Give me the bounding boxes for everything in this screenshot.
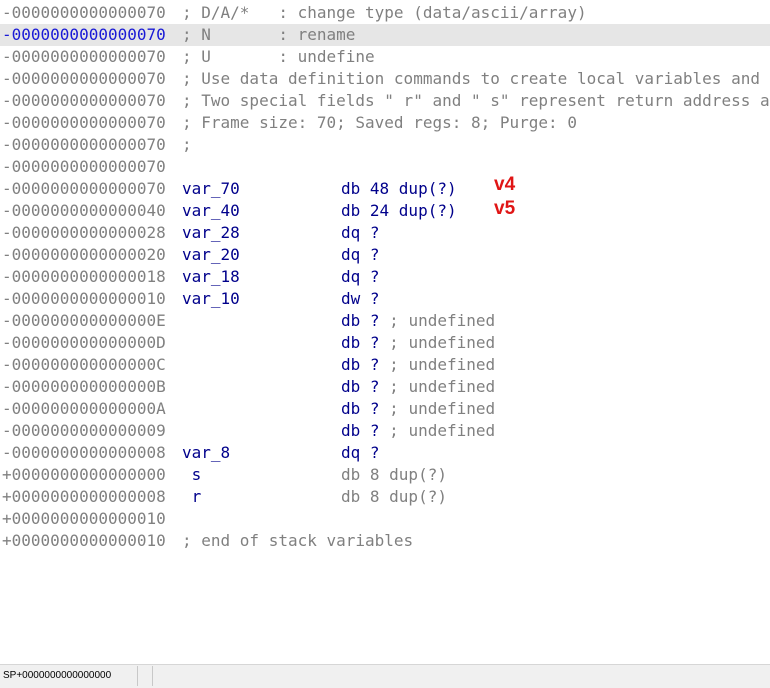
stack-variable-row[interactable]: -0000000000000010 var_10 dw ? [0,288,770,310]
annotation-v4: v4 [494,174,516,195]
variable-name[interactable]: var_8 [182,442,230,464]
line-address: -000000000000000C [2,355,166,374]
line-comment: ; D/A/* : change type (data/ascii/array) [182,3,587,22]
stack-variable-row[interactable]: -0000000000000028 var_28 dq ? [0,222,770,244]
listing-line[interactable]: +0000000000000010 [0,508,770,530]
line-address: -0000000000000020 [2,245,166,264]
listing-line[interactable]: +0000000000000010 ; end of stack variabl… [0,530,770,552]
undefined-byte-row[interactable]: -000000000000000C db ? ; undefined [0,354,770,376]
variable-definition: db ? ; undefined [341,421,496,440]
undefined-byte-row[interactable]: -000000000000000E db ? ; undefined [0,310,770,332]
listing-line[interactable]: -0000000000000070 ; U : undefine [0,46,770,68]
line-address: +0000000000000008 [2,487,166,506]
saved-registers-row[interactable]: +0000000000000000 s db 8 dup(?) [0,464,770,486]
listing-line[interactable]: -0000000000000070 ; Use data definition … [0,68,770,90]
line-address: -0000000000000070 [2,91,166,110]
undefined-comment: ; undefined [389,333,496,352]
line-address: -0000000000000070 [2,69,166,88]
line-address: -0000000000000028 [2,223,166,242]
variable-definition: db ? ; undefined [341,311,496,330]
stack-variable-row[interactable]: -0000000000000018 var_18 dq ? [0,266,770,288]
variable-definition: db ? ; undefined [341,355,496,374]
listing-line[interactable]: -0000000000000070 ; D/A/* : change type … [0,2,770,24]
undefined-byte-row[interactable]: -000000000000000D db ? ; undefined [0,332,770,354]
line-address: -0000000000000070 [2,157,166,176]
stack-variable-row[interactable]: -0000000000000008 var_8 dq ? [0,442,770,464]
line-address: -0000000000000018 [2,267,166,286]
stack-frame-view[interactable]: -0000000000000070 ; D/A/* : change type … [0,0,770,664]
line-comment: ; U : undefine [182,47,375,66]
line-address: +0000000000000010 [2,509,166,528]
stack-variable-row[interactable]: -0000000000000070 var_70 db 48 dup(?) [0,178,770,200]
undefined-byte-row[interactable]: -0000000000000009 db ? ; undefined [0,420,770,442]
undefined-comment: ; undefined [389,399,496,418]
line-comment: ; N : rename [182,25,356,44]
listing-line-selected[interactable]: -0000000000000070 ; N : rename [0,24,770,46]
status-pane-empty [142,666,153,686]
stack-pointer-status: SP+0000000000000000 [0,666,138,686]
undefined-comment: ; undefined [389,421,496,440]
special-field-name[interactable]: s [182,464,202,486]
line-address: -0000000000000070 [2,3,166,22]
line-comment: ; end of stack variables [182,531,414,550]
variable-definition: dq ? [341,267,380,286]
line-address: -000000000000000A [2,399,166,418]
line-address: -000000000000000E [2,311,166,330]
line-comment: ; [182,135,192,154]
variable-definition: dw ? [341,289,380,308]
variable-name[interactable]: var_10 [182,288,240,310]
line-address: -0000000000000009 [2,421,166,440]
line-address: -0000000000000040 [2,201,166,220]
line-address: +0000000000000010 [2,531,166,550]
return-address-row[interactable]: +0000000000000008 r db 8 dup(?) [0,486,770,508]
variable-name[interactable]: var_18 [182,266,240,288]
stack-variable-row[interactable]: -0000000000000040 var_40 db 24 dup(?) [0,200,770,222]
line-address: -000000000000000D [2,333,166,352]
line-address: -0000000000000070 [2,179,166,198]
undefined-byte-row[interactable]: -000000000000000A db ? ; undefined [0,398,770,420]
listing-line[interactable]: -0000000000000070 ; Frame size: 70; Save… [0,112,770,134]
undefined-comment: ; undefined [389,377,496,396]
variable-definition: dq ? [341,245,380,264]
line-address: -0000000000000070 [2,113,166,132]
variable-name[interactable]: var_70 [182,178,240,200]
undefined-comment: ; undefined [389,355,496,374]
variable-definition: db 8 dup(?) [341,465,447,484]
line-comment: ; Frame size: 70; Saved regs: 8; Purge: … [182,113,577,132]
stack-variable-row[interactable]: -0000000000000020 var_20 dq ? [0,244,770,266]
variable-definition: db ? ; undefined [341,377,496,396]
variable-definition: dq ? [341,223,380,242]
variable-definition: dq ? [341,443,380,462]
line-address: -0000000000000070 [2,47,166,66]
line-address: -0000000000000070 [2,135,166,154]
listing-line[interactable]: -0000000000000070 ; [0,134,770,156]
line-address: -000000000000000B [2,377,166,396]
undefined-byte-row[interactable]: -000000000000000B db ? ; undefined [0,376,770,398]
variable-definition: db 24 dup(?) [341,201,457,220]
status-bar: SP+0000000000000000 [0,664,770,688]
variable-definition: db ? ; undefined [341,399,496,418]
line-address: -0000000000000070 [2,25,166,44]
undefined-comment: ; undefined [389,311,496,330]
annotation-v5: v5 [494,198,516,219]
variable-name[interactable]: var_20 [182,244,240,266]
line-address: -0000000000000010 [2,289,166,308]
special-field-name[interactable]: r [182,486,202,508]
variable-definition: db 8 dup(?) [341,487,447,506]
listing-line[interactable]: -0000000000000070 ; Two special fields "… [0,90,770,112]
variable-definition: db ? ; undefined [341,333,496,352]
line-comment: ; Two special fields " r" and " s" repre… [182,91,770,110]
line-address: -0000000000000008 [2,443,166,462]
line-address: +0000000000000000 [2,465,166,484]
listing-line[interactable]: -0000000000000070 [0,156,770,178]
variable-name[interactable]: var_28 [182,222,240,244]
line-comment: ; Use data definition commands to create… [182,69,770,88]
variable-name[interactable]: var_40 [182,200,240,222]
variable-definition: db 48 dup(?) [341,179,457,198]
